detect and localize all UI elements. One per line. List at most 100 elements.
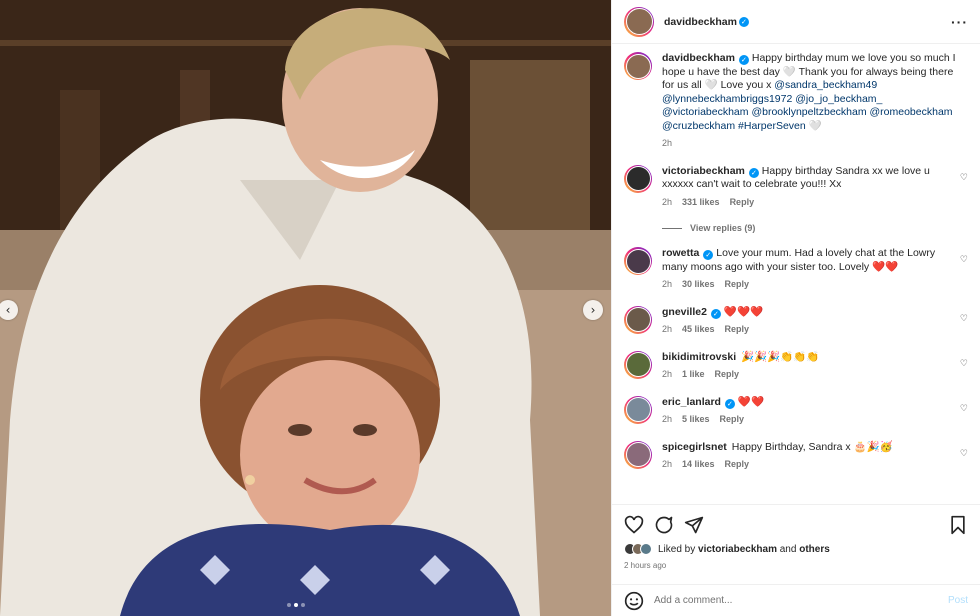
photo-illustration xyxy=(0,0,611,616)
commenter-avatar[interactable] xyxy=(624,305,652,334)
post-comment-button[interactable]: Post xyxy=(948,595,968,606)
comment-text: Love your mum. Had a lovely chat at the … xyxy=(662,247,936,273)
author-username[interactable]: davidbeckham xyxy=(664,16,737,28)
view-replies-button[interactable]: View replies (9) xyxy=(662,223,968,233)
comment-item: spicegirlsnet Happy Birthday, Sandra x 🎂… xyxy=(624,440,968,472)
comment-like-heart-icon[interactable]: ♡ xyxy=(960,359,968,369)
liked-by-and: and xyxy=(779,543,797,555)
comment-text: ❤️❤️ xyxy=(737,395,765,408)
carousel-dots xyxy=(287,603,305,607)
comment-timestamp[interactable]: 2h xyxy=(662,323,672,337)
commenter-avatar[interactable] xyxy=(624,247,652,275)
comment-like-heart-icon[interactable]: ♡ xyxy=(960,255,968,265)
verified-badge-icon: ✓ xyxy=(738,16,749,27)
commenter-username[interactable]: eric_lanlard xyxy=(662,396,721,408)
post-actions: Liked by victoriabeckham and others 2 ho… xyxy=(612,504,980,576)
add-comment-input[interactable] xyxy=(654,595,948,606)
chevron-left-icon: ‹ xyxy=(5,303,11,317)
caption-mention-link[interactable]: #HarperSeven xyxy=(738,120,806,132)
comment-reply-button[interactable]: Reply xyxy=(725,323,750,337)
commenter-username[interactable]: rowetta xyxy=(662,247,699,259)
comment-timestamp[interactable]: 2h xyxy=(662,368,672,382)
commenter-username[interactable]: gneville2 xyxy=(662,306,707,318)
liked-by-others[interactable]: others xyxy=(799,544,830,555)
commenter-avatar[interactable] xyxy=(624,350,652,379)
comment-timestamp[interactable]: 2h xyxy=(662,278,672,292)
verified-badge-icon: ✓ xyxy=(748,167,759,178)
verified-badge-icon: ✓ xyxy=(710,308,721,319)
liked-by-prefix: Liked by xyxy=(658,543,696,555)
comment-like-heart-icon[interactable]: ♡ xyxy=(960,314,968,324)
carousel-dot xyxy=(287,603,291,607)
caption-mention-link[interactable]: @brooklynpeltzbeckham xyxy=(751,106,866,118)
carousel-dot-active xyxy=(294,603,298,607)
comment-text: ❤️❤️❤️ xyxy=(723,305,764,318)
comment-likes[interactable]: 30 likes xyxy=(682,278,715,292)
comment-item: rowetta ✓ Love your mum. Had a lovely cha… xyxy=(624,247,968,292)
caption-mention-link[interactable]: @jo_jo_beckham_ xyxy=(795,93,882,105)
caption-mention-link[interactable]: @lynnebeckhambriggs1972 xyxy=(662,93,792,105)
bookmark-icon[interactable] xyxy=(948,515,968,535)
liked-by: Liked by victoriabeckham and others xyxy=(624,543,968,555)
share-icon[interactable] xyxy=(684,515,704,535)
caption-mention-link[interactable]: @sandra_beckham49 xyxy=(774,79,877,91)
comment-reply-button[interactable]: Reply xyxy=(725,278,750,292)
verified-badge-icon: ✓ xyxy=(738,55,749,65)
commenter-avatar[interactable] xyxy=(624,440,652,469)
commenter-avatar[interactable] xyxy=(624,164,652,193)
comment-icon[interactable] xyxy=(654,515,674,535)
post-dialog: ‹ › davidbeckham ✓ ··· davidbeckham ✓ Hap… xyxy=(0,0,980,616)
author-avatar[interactable] xyxy=(624,52,652,80)
comment-timestamp[interactable]: 2h xyxy=(662,458,672,472)
comment-like-heart-icon[interactable]: ♡ xyxy=(960,449,968,459)
comment-item: eric_lanlard ✓ ❤️❤️ 2h 5 likes Reply ♡ xyxy=(624,395,968,427)
comment-reply-button[interactable]: Reply xyxy=(725,458,750,472)
commenter-username[interactable]: bikidimitrovski xyxy=(662,351,736,363)
add-comment-bar: Post xyxy=(612,584,980,616)
caption-mention-link[interactable]: @romeobeckham xyxy=(870,106,953,118)
commenter-username[interactable]: spicegirlsnet xyxy=(662,441,727,453)
comment-likes[interactable]: 331 likes xyxy=(682,196,720,210)
post-photo: ‹ › xyxy=(0,0,611,616)
chevron-right-icon: › xyxy=(590,303,596,317)
comments-list[interactable]: davidbeckham ✓ Happy birthday mum we love… xyxy=(612,44,980,504)
author-avatar[interactable] xyxy=(624,6,654,37)
post-time[interactable]: 2 hours ago xyxy=(624,561,968,570)
comment-item: victoriabeckham ✓ Happy birthday Sandra x… xyxy=(624,164,968,210)
liked-by-user[interactable]: victoriabeckham xyxy=(698,544,777,555)
comment-likes[interactable]: 14 likes xyxy=(682,458,715,472)
comment-reply-button[interactable]: Reply xyxy=(720,413,745,427)
comment-item: gneville2 ✓ ❤️❤️❤️ 2h 45 likes Reply ♡ xyxy=(624,305,968,337)
heart-icon[interactable] xyxy=(624,515,644,535)
liked-by-avatars xyxy=(624,543,652,555)
comment-reply-button[interactable]: Reply xyxy=(730,196,755,210)
caption: davidbeckham ✓ Happy birthday mum we love… xyxy=(624,52,968,151)
caption-mention-link[interactable]: @cruzbeckham xyxy=(662,120,735,132)
caption-text-fragment: 🤍 xyxy=(805,119,822,132)
comment-likes[interactable]: 1 like xyxy=(682,368,705,382)
verified-badge-icon: ✓ xyxy=(703,250,714,260)
comment-likes[interactable]: 5 likes xyxy=(682,413,710,427)
post-side-panel: davidbeckham ✓ ··· davidbeckham ✓ Happy b… xyxy=(611,0,980,616)
comment-like-heart-icon[interactable]: ♡ xyxy=(960,404,968,414)
divider xyxy=(662,227,682,229)
commenter-username[interactable]: victoriabeckham xyxy=(662,165,745,177)
comment-item: bikidimitrovski 🎉🎉🎉👏👏👏 2h 1 like Reply ♡ xyxy=(624,350,968,382)
comment-timestamp[interactable]: 2h xyxy=(662,196,672,210)
verified-badge-icon: ✓ xyxy=(724,398,735,409)
caption-mention-link[interactable]: @victoriabeckham xyxy=(662,106,749,118)
more-options-icon[interactable]: ··· xyxy=(951,14,968,30)
comment-timestamp[interactable]: 2h xyxy=(662,413,672,427)
comment-reply-button[interactable]: Reply xyxy=(715,368,740,382)
comment-like-heart-icon[interactable]: ♡ xyxy=(960,173,968,183)
next-slide-button[interactable]: › xyxy=(583,300,603,320)
comment-text: Happy Birthday, Sandra x 🎂🎉🥳 xyxy=(731,440,893,453)
post-header: davidbeckham ✓ ··· xyxy=(612,0,980,44)
comment-rows: victoriabeckham ✓ Happy birthday Sandra x… xyxy=(624,164,968,472)
comment-text: 🎉🎉🎉👏👏👏 xyxy=(741,350,820,363)
commenter-avatar[interactable] xyxy=(624,395,652,424)
emoji-icon[interactable] xyxy=(624,591,644,611)
carousel-dot xyxy=(301,603,305,607)
caption-username[interactable]: davidbeckham xyxy=(662,52,735,64)
comment-likes[interactable]: 45 likes xyxy=(682,323,715,337)
